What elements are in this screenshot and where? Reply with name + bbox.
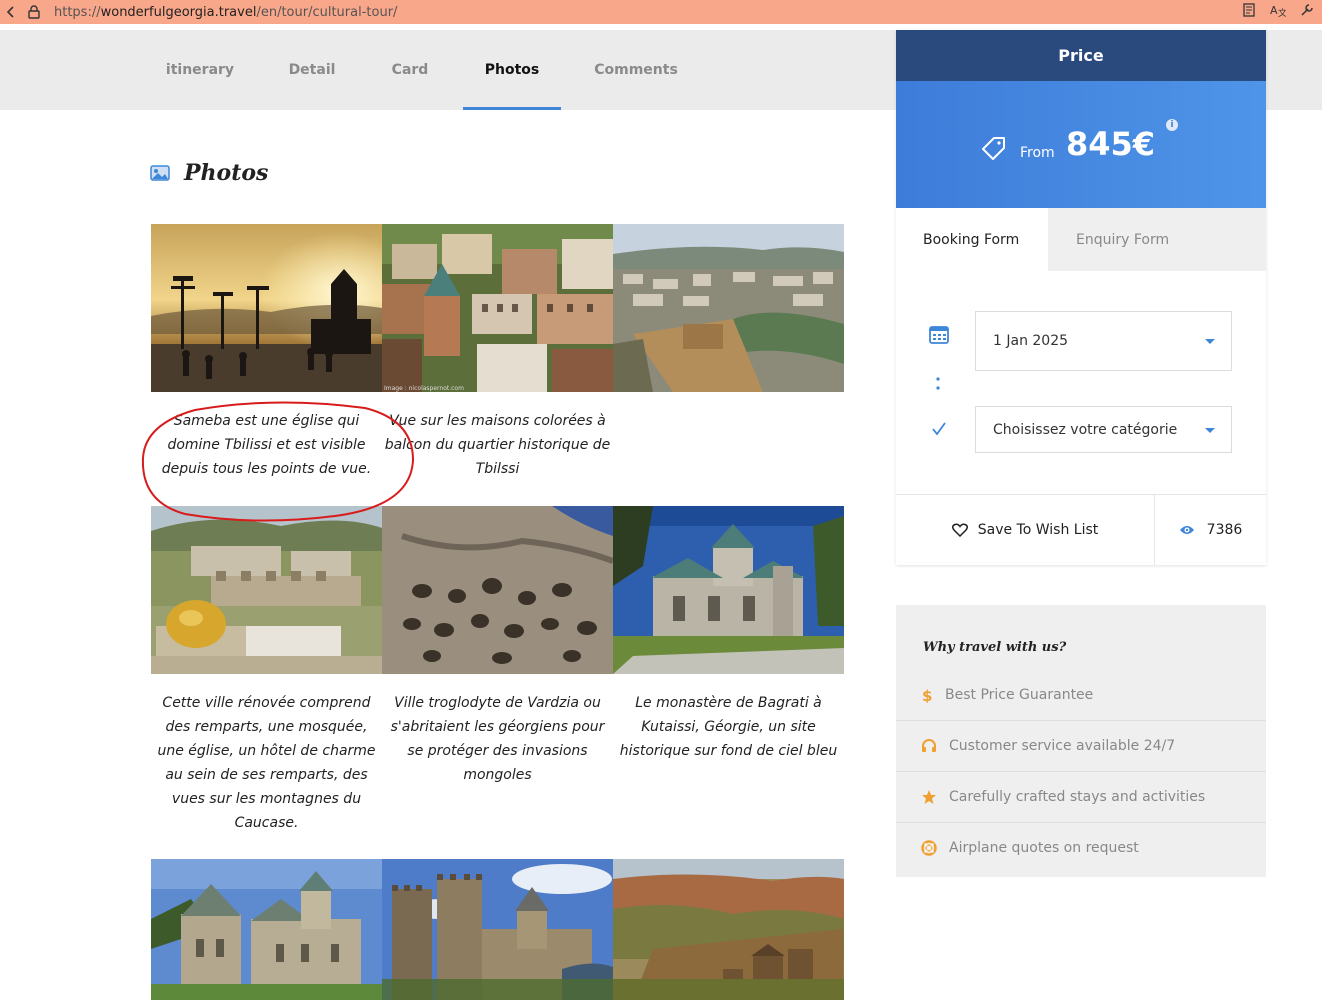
- photo-renovated-town[interactable]: [151, 506, 382, 674]
- why-item-label: Customer service available 24/7: [949, 738, 1176, 754]
- why-title: Why travel with us?: [923, 640, 1067, 655]
- views-count: 7386: [1206, 522, 1243, 538]
- headset-icon: [922, 739, 936, 752]
- heart-icon: [951, 523, 968, 537]
- caption-vardzia: Ville troglodyte de Vardzia ou s'abritai…: [390, 695, 605, 783]
- chevron-down-icon: [1205, 339, 1215, 344]
- why-travel-panel: Why travel with us? $ Best Price Guarant…: [896, 605, 1266, 877]
- why-item-airplane: Airplane quotes on request: [896, 822, 1266, 873]
- caption-bagrati: Le monastère de Bagrati à Kutaissi, Géor…: [619, 695, 838, 759]
- image-icon: [150, 165, 170, 181]
- back-icon[interactable]: [4, 5, 18, 19]
- why-item-stays: Carefully crafted stays and activities: [896, 771, 1266, 822]
- browser-tools: A文: [1242, 3, 1314, 17]
- price-amount: 845€: [1066, 125, 1156, 163]
- price-tag-icon: [982, 137, 1005, 160]
- calendar-icon: [929, 326, 949, 344]
- views-counter: 7386: [1155, 495, 1266, 565]
- caption-renovated-town: Cette ville rénovée comprend des rempart…: [157, 695, 376, 831]
- tools-icon[interactable]: [1300, 3, 1314, 17]
- booking-card: Price From 845€ i Booking Form Enquiry F…: [896, 30, 1266, 565]
- url-host: wonderfulgeorgia.travel: [100, 4, 257, 20]
- dollar-icon: $: [922, 687, 932, 703]
- caption-sameba: Sameba est une église qui domine Tbiliss…: [161, 413, 372, 477]
- photo-mountain-monastery[interactable]: [613, 859, 844, 1000]
- browser-address-bar: https://wonderfulgeorgia.travel/en/tour/…: [0, 0, 1322, 24]
- price-box: From 845€ i: [896, 81, 1266, 208]
- vertical-dots-icon: [936, 377, 940, 390]
- url-scheme: https://: [54, 4, 101, 20]
- photo-gelati[interactable]: [151, 859, 382, 1000]
- why-item-label: Best Price Guarantee: [945, 686, 1094, 703]
- svg-text:$: $: [922, 687, 932, 703]
- category-select[interactable]: Choisissez votre catégorie: [975, 406, 1232, 453]
- photos-heading: Photos: [150, 160, 268, 186]
- wishlist-label: Save To Wish List: [977, 522, 1099, 538]
- photo-tbilisi-view[interactable]: [613, 224, 844, 392]
- photo-ananuri[interactable]: [382, 859, 613, 1000]
- url-text[interactable]: https://wonderfulgeorgia.travel/en/tour/…: [54, 5, 397, 20]
- star-icon: [922, 790, 936, 804]
- tab-booking-form[interactable]: Booking Form: [896, 208, 1048, 271]
- eye-icon: [1179, 526, 1194, 534]
- tab-enquiry-form[interactable]: Enquiry Form: [1048, 208, 1266, 271]
- price-title: Price: [896, 30, 1266, 81]
- wish-row: Save To Wish List 7386: [896, 494, 1266, 565]
- chevron-down-icon: [1205, 427, 1215, 433]
- category-placeholder: Choisissez votre catégorie: [993, 421, 1178, 438]
- date-select[interactable]: 1 Jan 2025: [975, 311, 1232, 371]
- price-from-label: From: [1020, 145, 1055, 161]
- photo-watermark: Image : nicolaspernot.com: [384, 385, 464, 392]
- tab-detail[interactable]: Detail: [262, 30, 362, 110]
- date-value: 1 Jan 2025: [993, 333, 1069, 349]
- url-path: /en/tour/cultural-tour/: [256, 4, 398, 20]
- photo-bagrati[interactable]: [613, 506, 844, 674]
- tab-comments[interactable]: Comments: [586, 30, 686, 110]
- why-item-price: $ Best Price Guarantee: [896, 669, 1266, 720]
- why-item-service: Customer service available 24/7: [896, 720, 1266, 771]
- photos-title: Photos: [184, 160, 269, 186]
- tab-card[interactable]: Card: [360, 30, 460, 110]
- tab-photos[interactable]: Photos: [463, 30, 561, 110]
- check-icon: [932, 422, 946, 436]
- why-item-label: Carefully crafted stays and activities: [949, 789, 1206, 805]
- photo-tbilisi-houses[interactable]: Image : nicolaspernot.com: [382, 224, 613, 392]
- info-icon[interactable]: i: [1166, 119, 1178, 131]
- svg-text:A: A: [1270, 4, 1278, 17]
- photo-sameba[interactable]: [151, 224, 382, 392]
- form-tabs: Booking Form Enquiry Form: [896, 208, 1266, 271]
- svg-text:文: 文: [1278, 7, 1286, 17]
- translate-icon[interactable]: A文: [1270, 3, 1286, 17]
- lifebuoy-icon: [921, 840, 937, 856]
- why-item-label: Airplane quotes on request: [949, 840, 1139, 856]
- photo-vardzia[interactable]: [382, 506, 613, 674]
- tab-itinerary[interactable]: itinerary: [150, 30, 250, 110]
- reader-view-icon[interactable]: [1242, 3, 1256, 17]
- lock-icon[interactable]: [28, 5, 40, 19]
- caption-tbilisi-houses: Vue sur les maisons colorées à balcon du…: [384, 413, 611, 477]
- save-to-wishlist-button[interactable]: Save To Wish List: [896, 495, 1155, 565]
